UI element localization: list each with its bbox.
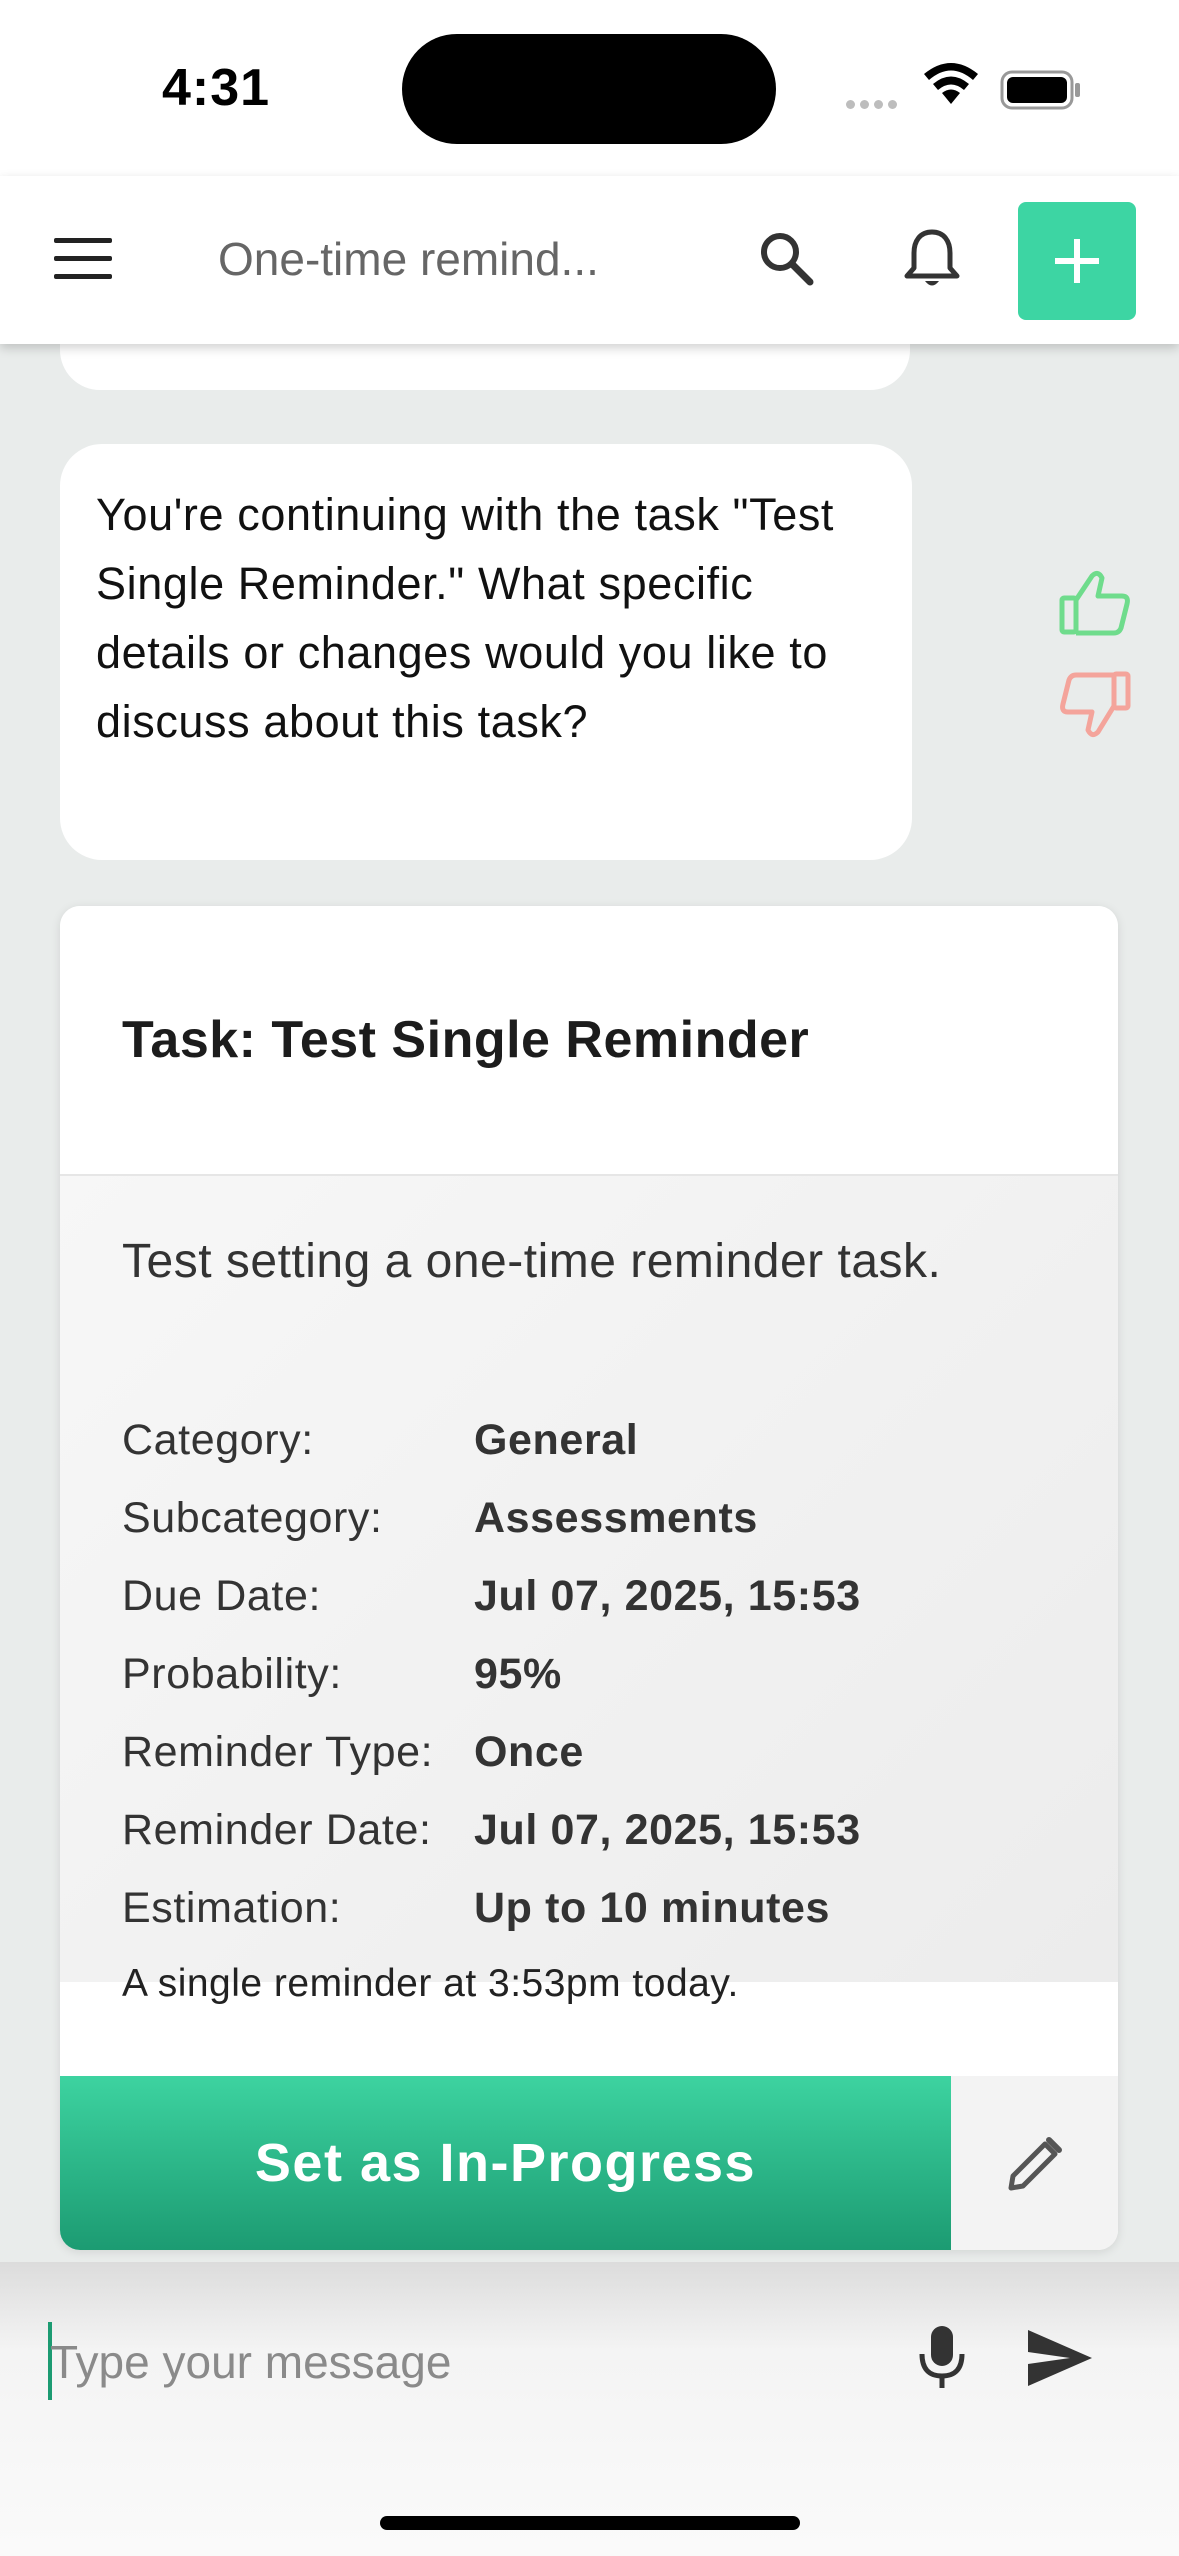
message-composer	[0, 2262, 1179, 2556]
home-indicator	[380, 2516, 800, 2530]
send-icon[interactable]	[1024, 2326, 1096, 2395]
status-bar: 4:31	[0, 0, 1179, 176]
task-title: Task: Test Single Reminder	[122, 1011, 810, 1069]
task-description: Test setting a one-time reminder task.	[122, 1235, 942, 1288]
detail-value: Once	[474, 1728, 584, 1776]
detail-row-estimation: Estimation: Up to 10 minutes	[122, 1884, 830, 1933]
thumb-down-icon[interactable]	[1058, 670, 1132, 745]
detail-label: Reminder Date:	[122, 1806, 432, 1854]
detail-label: Subcategory:	[122, 1494, 383, 1542]
set-in-progress-button[interactable]: Set as In-Progress	[60, 2076, 951, 2250]
app-header: One-time remind...	[0, 176, 1179, 344]
detail-value: Jul 07, 2025, 15:53	[474, 1572, 861, 1620]
add-button[interactable]	[1018, 202, 1136, 320]
assistant-message-text: You're continuing with the task "Test Si…	[96, 489, 835, 747]
menu-icon[interactable]	[54, 238, 112, 282]
detail-row-due-date: Due Date: Jul 07, 2025, 15:53	[122, 1572, 861, 1621]
detail-value: Jul 07, 2025, 15:53	[474, 1806, 861, 1854]
detail-label: Due Date:	[122, 1572, 322, 1620]
edit-task-button[interactable]	[951, 2076, 1118, 2250]
microphone-icon[interactable]	[912, 2322, 972, 2399]
detail-label: Reminder Type:	[122, 1728, 434, 1776]
page-title: One-time remind...	[218, 233, 599, 285]
task-note: A single reminder at 3:53pm today.	[122, 1962, 739, 2005]
battery-icon	[1000, 70, 1082, 115]
detail-label: Category:	[122, 1416, 314, 1464]
detail-label: Probability:	[122, 1650, 342, 1698]
detail-value: General	[474, 1416, 639, 1464]
detail-value: Assessments	[474, 1494, 758, 1542]
assistant-message-bubble: You're continuing with the task "Test Si…	[60, 444, 912, 860]
wifi-icon	[922, 62, 980, 111]
detail-row-reminder-date: Reminder Date: Jul 07, 2025, 15:53	[122, 1806, 861, 1855]
message-input[interactable]	[50, 2324, 850, 2400]
search-icon[interactable]	[756, 228, 816, 293]
detail-row-subcategory: Subcategory: Assessments	[122, 1494, 758, 1543]
status-time: 4:31	[162, 59, 271, 117]
task-card-header: Task: Test Single Reminder	[60, 906, 1118, 1176]
detail-label: Estimation:	[122, 1884, 342, 1932]
detail-value: 95%	[474, 1650, 562, 1698]
thumb-up-icon[interactable]	[1058, 568, 1132, 643]
dynamic-island	[402, 34, 776, 144]
cellular-signal-icon	[846, 96, 902, 114]
task-card-body: Test setting a one-time reminder task. C…	[60, 1176, 1118, 2005]
bell-icon[interactable]	[900, 226, 964, 297]
detail-row-reminder-type: Reminder Type: Once	[122, 1728, 584, 1777]
detail-value: Up to 10 minutes	[474, 1884, 831, 1932]
detail-row-probability: Probability: 95%	[122, 1650, 562, 1699]
task-card: Task: Test Single Reminder Test setting …	[60, 906, 1118, 2250]
detail-row-category: Category: General	[122, 1416, 638, 1465]
pencil-icon	[1008, 2137, 1062, 2191]
